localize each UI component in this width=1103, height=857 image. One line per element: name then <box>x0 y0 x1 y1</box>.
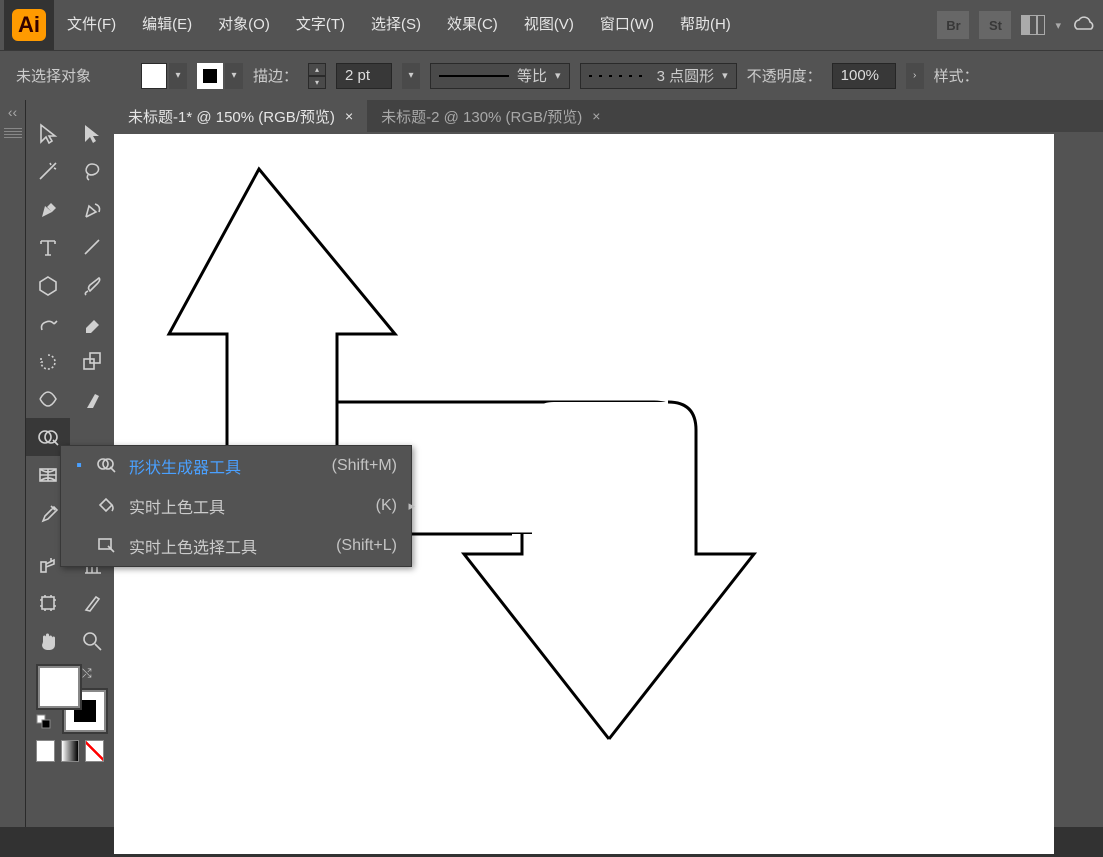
fill-dropdown[interactable]: ▾ <box>169 63 187 89</box>
stroke-swatch-group[interactable]: ▾ <box>197 63 243 89</box>
chevron-down-icon[interactable]: ▾ <box>1055 19 1061 32</box>
paintbrush-tool[interactable] <box>70 266 114 304</box>
app-logo[interactable]: Ai <box>4 0 54 50</box>
ai-logo-icon: Ai <box>12 9 46 41</box>
rectangle-tool[interactable] <box>26 266 70 304</box>
variable-width-profile[interactable]: 等比 ▾ <box>430 63 570 89</box>
fill-swatch[interactable] <box>141 63 167 89</box>
type-tool[interactable] <box>26 228 70 266</box>
menu-edit[interactable]: 编辑(E) <box>129 0 205 50</box>
grip-icon <box>4 128 22 138</box>
width-tool[interactable] <box>26 380 70 418</box>
panel-collapse[interactable]: ‹‹ <box>0 100 26 827</box>
tab-doc-1[interactable]: 未标题-1* @ 150% (RGB/预览) × <box>114 100 367 132</box>
menubar-right: Br St ▾ <box>937 0 1095 50</box>
submenu-arrow-icon: ▸ <box>408 498 415 514</box>
document-tabs: 未标题-1* @ 150% (RGB/预览) × 未标题-2 @ 130% (R… <box>114 100 1103 132</box>
tool-flyout-menu: ▪ 形状生成器工具 (Shift+M) 实时上色工具 (K) ▸ 实时上色选择工… <box>60 445 412 567</box>
flyout-shortcut: (Shift+L) <box>336 537 397 555</box>
bridge-icon[interactable]: Br <box>937 11 969 39</box>
profile-label: 等比 <box>517 65 547 86</box>
color-mode-row <box>26 732 114 770</box>
stock-icon[interactable]: St <box>979 11 1011 39</box>
line-segment-tool[interactable] <box>70 228 114 266</box>
menu-select[interactable]: 选择(S) <box>358 0 434 50</box>
tab-doc-2[interactable]: 未标题-2 @ 130% (RGB/预览) × <box>367 100 614 132</box>
direct-selection-tool[interactable] <box>70 114 114 152</box>
scale-tool[interactable] <box>70 342 114 380</box>
color-mode-solid[interactable] <box>36 740 55 762</box>
flyout-live-paint-bucket[interactable]: 实时上色工具 (K) <box>61 486 411 526</box>
menu-help[interactable]: 帮助(H) <box>667 0 744 50</box>
stroke-weight-input[interactable]: 2 pt <box>336 63 392 89</box>
flyout-shape-builder[interactable]: ▪ 形状生成器工具 (Shift+M) <box>61 446 411 486</box>
cloud-sync-icon[interactable] <box>1071 13 1095 37</box>
flyout-label: 实时上色工具 <box>129 494 364 518</box>
menu-effect[interactable]: 效果(C) <box>434 0 511 50</box>
tab-title: 未标题-1* @ 150% (RGB/预览) <box>128 106 335 127</box>
eraser-tool[interactable] <box>70 304 114 342</box>
fill-swatch-group[interactable]: ▾ <box>141 63 187 89</box>
shaper-tool[interactable] <box>26 304 70 342</box>
selected-marker-icon: ▪ <box>75 457 83 475</box>
stroke-dropdown[interactable]: ▾ <box>225 63 243 89</box>
flyout-shortcut: (K) <box>376 497 397 515</box>
menu-bar: Ai 文件(F) 编辑(E) 对象(O) 文字(T) 选择(S) 效果(C) 视… <box>0 0 1103 50</box>
style-label: 样式： <box>934 65 979 86</box>
menu-view[interactable]: 视图(V) <box>511 0 587 50</box>
menu-type[interactable]: 文字(T) <box>283 0 358 50</box>
close-icon[interactable]: × <box>345 108 353 124</box>
stroke-stepper[interactable]: ▴▾ <box>308 63 326 89</box>
brush-label: 3 点圆形 <box>657 65 715 86</box>
opacity-label: 不透明度： <box>747 65 822 86</box>
flyout-label: 实时上色选择工具 <box>129 534 324 558</box>
rotate-tool[interactable] <box>26 342 70 380</box>
stroke-swatch[interactable] <box>197 63 223 89</box>
stroke-label: 描边： <box>253 65 298 86</box>
shape-builder-icon <box>95 455 117 478</box>
magic-wand-tool[interactable] <box>26 152 70 190</box>
close-icon[interactable]: × <box>592 108 600 124</box>
flyout-label: 形状生成器工具 <box>129 454 320 478</box>
swap-fill-stroke-icon[interactable]: ⤭ <box>82 666 92 681</box>
live-paint-selection-icon <box>95 535 117 558</box>
opacity-input[interactable]: 100% <box>832 63 896 89</box>
flyout-live-paint-selection[interactable]: 实时上色选择工具 (Shift+L) <box>61 526 411 566</box>
control-bar: 未选择对象 ▾ ▾ 描边： ▴▾ 2 pt ▾ 等比 ▾ 3 点圆形 ▾ 不透明… <box>0 50 1103 100</box>
menu-file[interactable]: 文件(F) <box>54 0 129 50</box>
chevron-down-icon: ▾ <box>555 69 561 82</box>
default-fill-stroke-icon[interactable] <box>36 714 52 733</box>
selection-tool[interactable] <box>26 114 70 152</box>
zoom-tool[interactable] <box>70 622 114 660</box>
menu-window[interactable]: 窗口(W) <box>587 0 667 50</box>
stroke-weight-dropdown[interactable]: ▾ <box>402 63 420 89</box>
artboard-tool[interactable] <box>26 584 70 622</box>
curvature-tool[interactable] <box>70 190 114 228</box>
pen-tool[interactable] <box>26 190 70 228</box>
slice-tool[interactable] <box>70 584 114 622</box>
selection-status: 未选择对象 <box>16 65 91 86</box>
color-mode-none[interactable] <box>85 740 104 762</box>
brush-definition[interactable]: 3 点圆形 ▾ <box>580 63 737 89</box>
fill-color-box[interactable] <box>38 666 80 708</box>
tab-title: 未标题-2 @ 130% (RGB/预览) <box>381 106 582 127</box>
hand-tool[interactable] <box>26 622 70 660</box>
arrange-documents-icon[interactable] <box>1021 13 1045 37</box>
menu-object[interactable]: 对象(O) <box>205 0 283 50</box>
chevron-down-icon: ▾ <box>722 69 728 82</box>
live-paint-bucket-icon <box>95 495 117 518</box>
collapse-icon: ‹‹ <box>8 100 17 124</box>
menu-items: 文件(F) 编辑(E) 对象(O) 文字(T) 选择(S) 效果(C) 视图(V… <box>54 0 744 50</box>
flyout-shortcut: (Shift+M) <box>332 457 397 475</box>
opacity-dropdown[interactable]: › <box>906 63 924 89</box>
brush-preview-icon <box>589 75 649 77</box>
fill-stroke-control[interactable]: ⤭ <box>26 660 114 732</box>
free-transform-tool[interactable] <box>70 380 114 418</box>
line-preview-icon <box>439 75 509 77</box>
lasso-tool[interactable] <box>70 152 114 190</box>
color-mode-gradient[interactable] <box>61 740 80 762</box>
